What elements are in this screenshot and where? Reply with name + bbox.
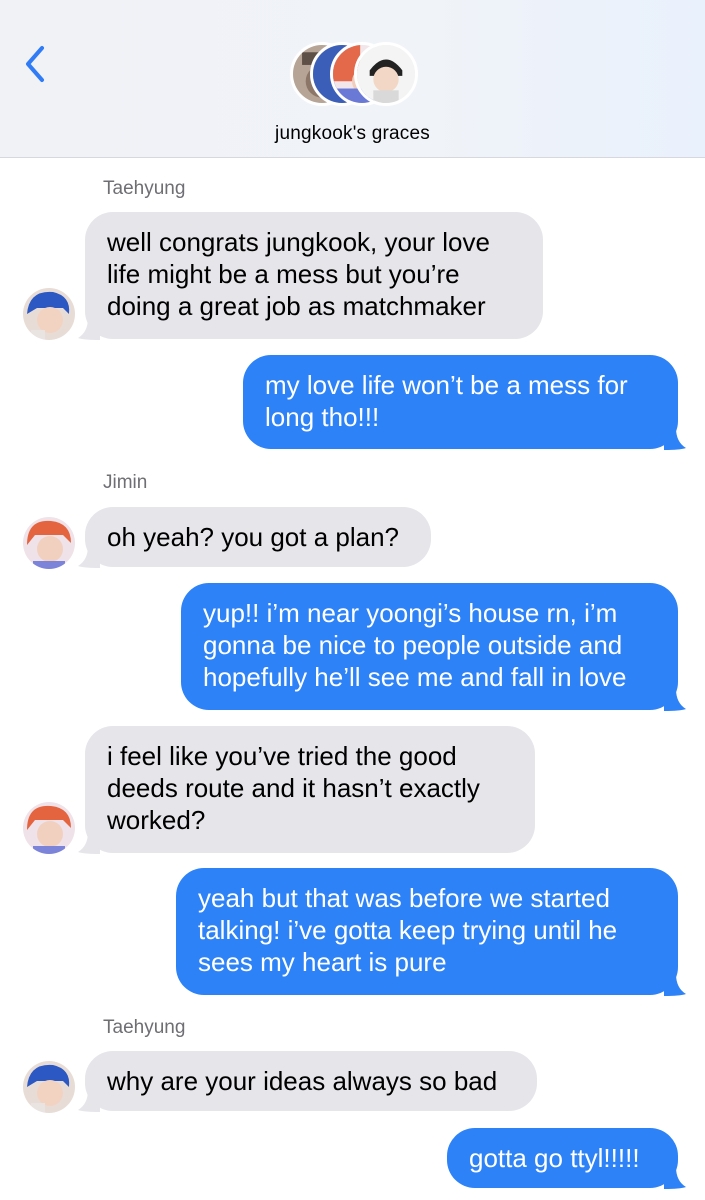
- message-line: yup!! i’m near yoongi’s house rn, i’m: [203, 598, 618, 628]
- incoming-message-bubble[interactable]: why are your ideas always so bad: [85, 1051, 537, 1111]
- message-line: talking! i’ve gotta keep trying until he: [198, 915, 618, 945]
- outgoing-message-bubble[interactable]: my love life won’t be a mess for long th…: [243, 355, 678, 449]
- message-line: doing a great job as matchmaker: [107, 291, 486, 321]
- group-title[interactable]: jungkook's graces: [0, 123, 705, 145]
- message-line: well congrats jungkook, your love: [107, 227, 490, 257]
- bubble-tail: [664, 974, 686, 996]
- outgoing-message-bubble[interactable]: yeah but that was before we started talk…: [176, 868, 678, 995]
- message-line: gonna be nice to people outside and: [203, 630, 623, 660]
- bubble-tail: [664, 689, 686, 711]
- message-line: oh yeah? you got a plan?: [107, 522, 400, 552]
- sender-label: Jimin: [103, 472, 148, 493]
- outgoing-message-bubble[interactable]: gotta go ttyl!!!!!: [447, 1128, 678, 1188]
- bubble-tail: [78, 1090, 100, 1112]
- avatar-jimin[interactable]: [23, 517, 75, 569]
- sender-label: Taehyung: [103, 1017, 186, 1038]
- back-button[interactable]: [20, 44, 54, 84]
- message-line: sees my heart is pure: [198, 947, 447, 977]
- message-line: worked?: [107, 805, 206, 835]
- incoming-message-bubble[interactable]: well congrats jungkook, your love life m…: [85, 212, 543, 339]
- message-line: long tho!!!: [265, 402, 380, 432]
- group-member-avatar: [354, 42, 418, 106]
- group-avatar-stack[interactable]: [290, 42, 420, 112]
- bubble-tail: [664, 428, 686, 450]
- avatar-taehyung[interactable]: [23, 288, 75, 340]
- bubble-tail: [78, 832, 100, 854]
- message-line: deeds route and it hasn’t exactly: [107, 773, 480, 803]
- message-line: my love life won’t be a mess for: [265, 370, 628, 400]
- bubble-tail: [664, 1167, 686, 1189]
- chat-header: jungkook's graces: [0, 0, 705, 158]
- incoming-message-bubble[interactable]: i feel like you’ve tried the good deeds …: [85, 726, 535, 853]
- message-line: yeah but that was before we started: [198, 883, 610, 913]
- message-line: why are your ideas always so bad: [107, 1066, 498, 1096]
- message-line: life might be a mess but you’re: [107, 259, 460, 289]
- message-line: gotta go ttyl!!!!!: [469, 1143, 640, 1173]
- incoming-message-bubble[interactable]: oh yeah? you got a plan?: [85, 507, 431, 567]
- message-line: hopefully he’ll see me and fall in love: [203, 662, 627, 692]
- avatar-taehyung[interactable]: [23, 1061, 75, 1113]
- bubble-tail: [78, 546, 100, 568]
- sender-label: Taehyung: [103, 178, 186, 199]
- message-line: i feel like you’ve tried the good: [107, 741, 457, 771]
- chevron-left-icon: [26, 46, 44, 82]
- outgoing-message-bubble[interactable]: yup!! i’m near yoongi’s house rn, i’m go…: [181, 583, 678, 710]
- avatar-jimin[interactable]: [23, 802, 75, 854]
- bubble-tail: [78, 318, 100, 340]
